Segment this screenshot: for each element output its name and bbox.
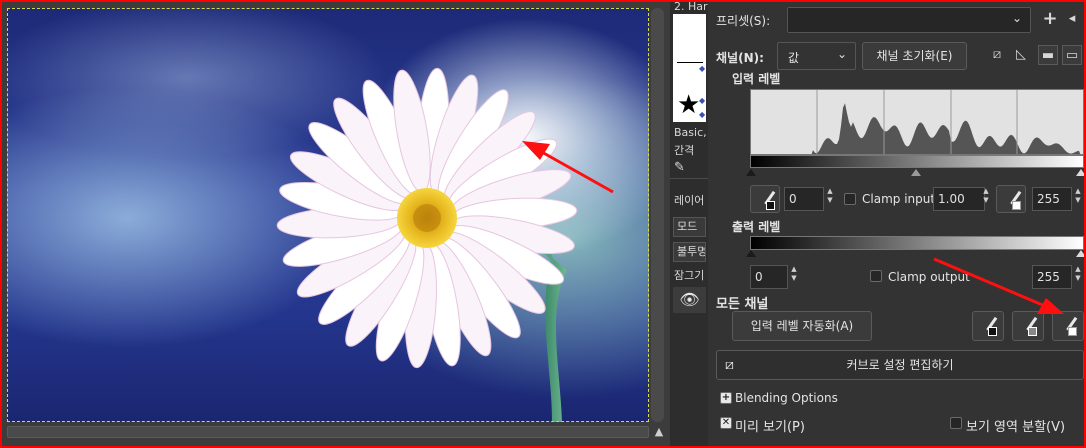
clamp-input-checkbox[interactable] (844, 193, 856, 205)
eye-icon[interactable]: 👁 (673, 287, 706, 313)
black-point-picker-button[interactable] (750, 185, 780, 213)
image-canvas-area: ▲ (2, 2, 670, 446)
input-high-stepper[interactable]: ▲ ▼ (1072, 187, 1084, 205)
input-gradient-bar (750, 155, 1084, 168)
log-histogram-icon[interactable]: ◺ (1011, 45, 1031, 65)
preset-select[interactable]: ⌄ (787, 7, 1031, 33)
output-low-handle[interactable] (746, 250, 756, 257)
histogram (750, 89, 1084, 155)
brush-name: Basic, (674, 126, 707, 139)
histogram-view-alt-icon[interactable]: ▭ (1062, 45, 1082, 65)
auto-input-levels-button[interactable]: 입력 레벨 자동화(A) (732, 311, 872, 341)
blending-options-label[interactable]: Blending Options (735, 391, 838, 405)
brush-dot-icon: ◆ (699, 96, 706, 105)
blending-options-expander-icon[interactable]: + (720, 392, 732, 404)
output-high-stepper[interactable]: ▲ ▼ (1072, 265, 1084, 283)
brush-tab-label[interactable]: 2. Hard (674, 2, 708, 13)
brush-dot-icon: ◆ (699, 64, 706, 73)
histogram-view-icon[interactable]: ▬ (1038, 45, 1058, 65)
edit-brush-icon[interactable]: ✎ (674, 160, 708, 175)
chevron-down-icon: ⌄ (836, 47, 847, 61)
horizontal-scrollbar[interactable] (7, 426, 649, 438)
daisy-image[interactable] (7, 8, 649, 422)
channel-value: 값 (788, 51, 800, 65)
edit-as-curves-label: 커브로 설정 편집하기 (846, 358, 954, 372)
output-high-field[interactable]: 255 (1032, 265, 1072, 289)
gamma-handle[interactable] (911, 169, 921, 176)
spacing-label: 간격 (674, 144, 695, 157)
output-low-field[interactable]: 0 (750, 265, 788, 289)
input-low-field[interactable]: 0 (784, 187, 824, 211)
edit-as-curves-button[interactable]: ⧄ 커브로 설정 편집하기 (716, 350, 1084, 380)
output-levels-title: 출력 레벨 (732, 220, 781, 234)
split-view-label: 보기 영역 분할(V) (966, 420, 1066, 435)
white-point-input-picker-button[interactable] (996, 185, 1026, 213)
star-brush-icon: ★ (677, 90, 701, 120)
chevron-down-icon: ⌄ (1011, 11, 1022, 25)
levels-dialog: 프리셋(S): ⌄ + ◂ 채널(N): 값 ⌄ 채널 초기화(E) ⧄ ◺ ▬… (708, 2, 1084, 446)
output-gradient-bar (750, 236, 1084, 250)
input-levels-title: 입력 레벨 (732, 72, 781, 86)
layer-opacity-field[interactable]: 불투명 (673, 242, 706, 262)
split-view-checkbox[interactable] (950, 417, 962, 429)
channel-label: 채널(N): (716, 51, 764, 65)
brush-dot-icon: ◆ (699, 110, 706, 119)
brushes-layers-dock: 2. Hard ◆ ★ ◆ ◆ Basic, 간격 ✎ 레이어 모드 불투명 잠… (670, 2, 708, 446)
dock-separator (670, 178, 708, 179)
plus-icon[interactable]: + (1040, 9, 1060, 29)
reset-channel-button[interactable]: 채널 초기화(E) (862, 42, 967, 70)
linear-histogram-icon[interactable]: ⧄ (987, 45, 1007, 65)
gray-point-picker-button[interactable] (1012, 311, 1044, 341)
output-low-stepper[interactable]: ▲ ▼ (788, 265, 800, 283)
clamp-output-label: Clamp output (888, 270, 970, 284)
channel-select[interactable]: 값 ⌄ (777, 42, 856, 70)
navigate-icon[interactable]: ▲ (652, 425, 666, 439)
vertical-scrollbar[interactable] (651, 8, 664, 422)
clamp-input-label: Clamp input (862, 192, 936, 206)
input-high-handle[interactable] (1076, 169, 1084, 176)
output-high-handle[interactable] (1076, 250, 1084, 257)
preset-label: 프리셋(S): (716, 14, 771, 28)
app-window: ▲ 2. Hard ◆ ★ ◆ ◆ Basic, 간격 ✎ 레이어 모드 불투명… (2, 2, 1084, 446)
layers-tab-label[interactable]: 레이어 (674, 192, 708, 208)
input-low-stepper[interactable]: ▲ ▼ (824, 187, 836, 205)
input-low-handle[interactable] (746, 169, 756, 176)
curves-icon: ⧄ (725, 357, 734, 373)
preview-label: 미리 보기(P) (735, 420, 805, 435)
gamma-stepper[interactable]: ▲ ▼ (980, 187, 992, 205)
input-high-field[interactable]: 255 (1032, 187, 1072, 211)
layer-mode-select[interactable]: 모드 (673, 217, 706, 237)
menu-icon[interactable]: ◂ (1062, 9, 1082, 29)
brush-preview[interactable]: ◆ ★ ◆ ◆ (673, 14, 706, 122)
black-point-picker-button[interactable] (972, 311, 1004, 341)
all-channels-title: 모든 채널 (716, 297, 769, 312)
lock-label: 잠그기 (674, 269, 705, 282)
clamp-output-checkbox[interactable] (870, 270, 882, 282)
preview-checkbox[interactable]: ✕ (720, 417, 732, 429)
white-point-picker-button[interactable] (1052, 311, 1084, 341)
gamma-field[interactable]: 1.00 (933, 187, 985, 211)
brush-line-preview (677, 62, 703, 63)
